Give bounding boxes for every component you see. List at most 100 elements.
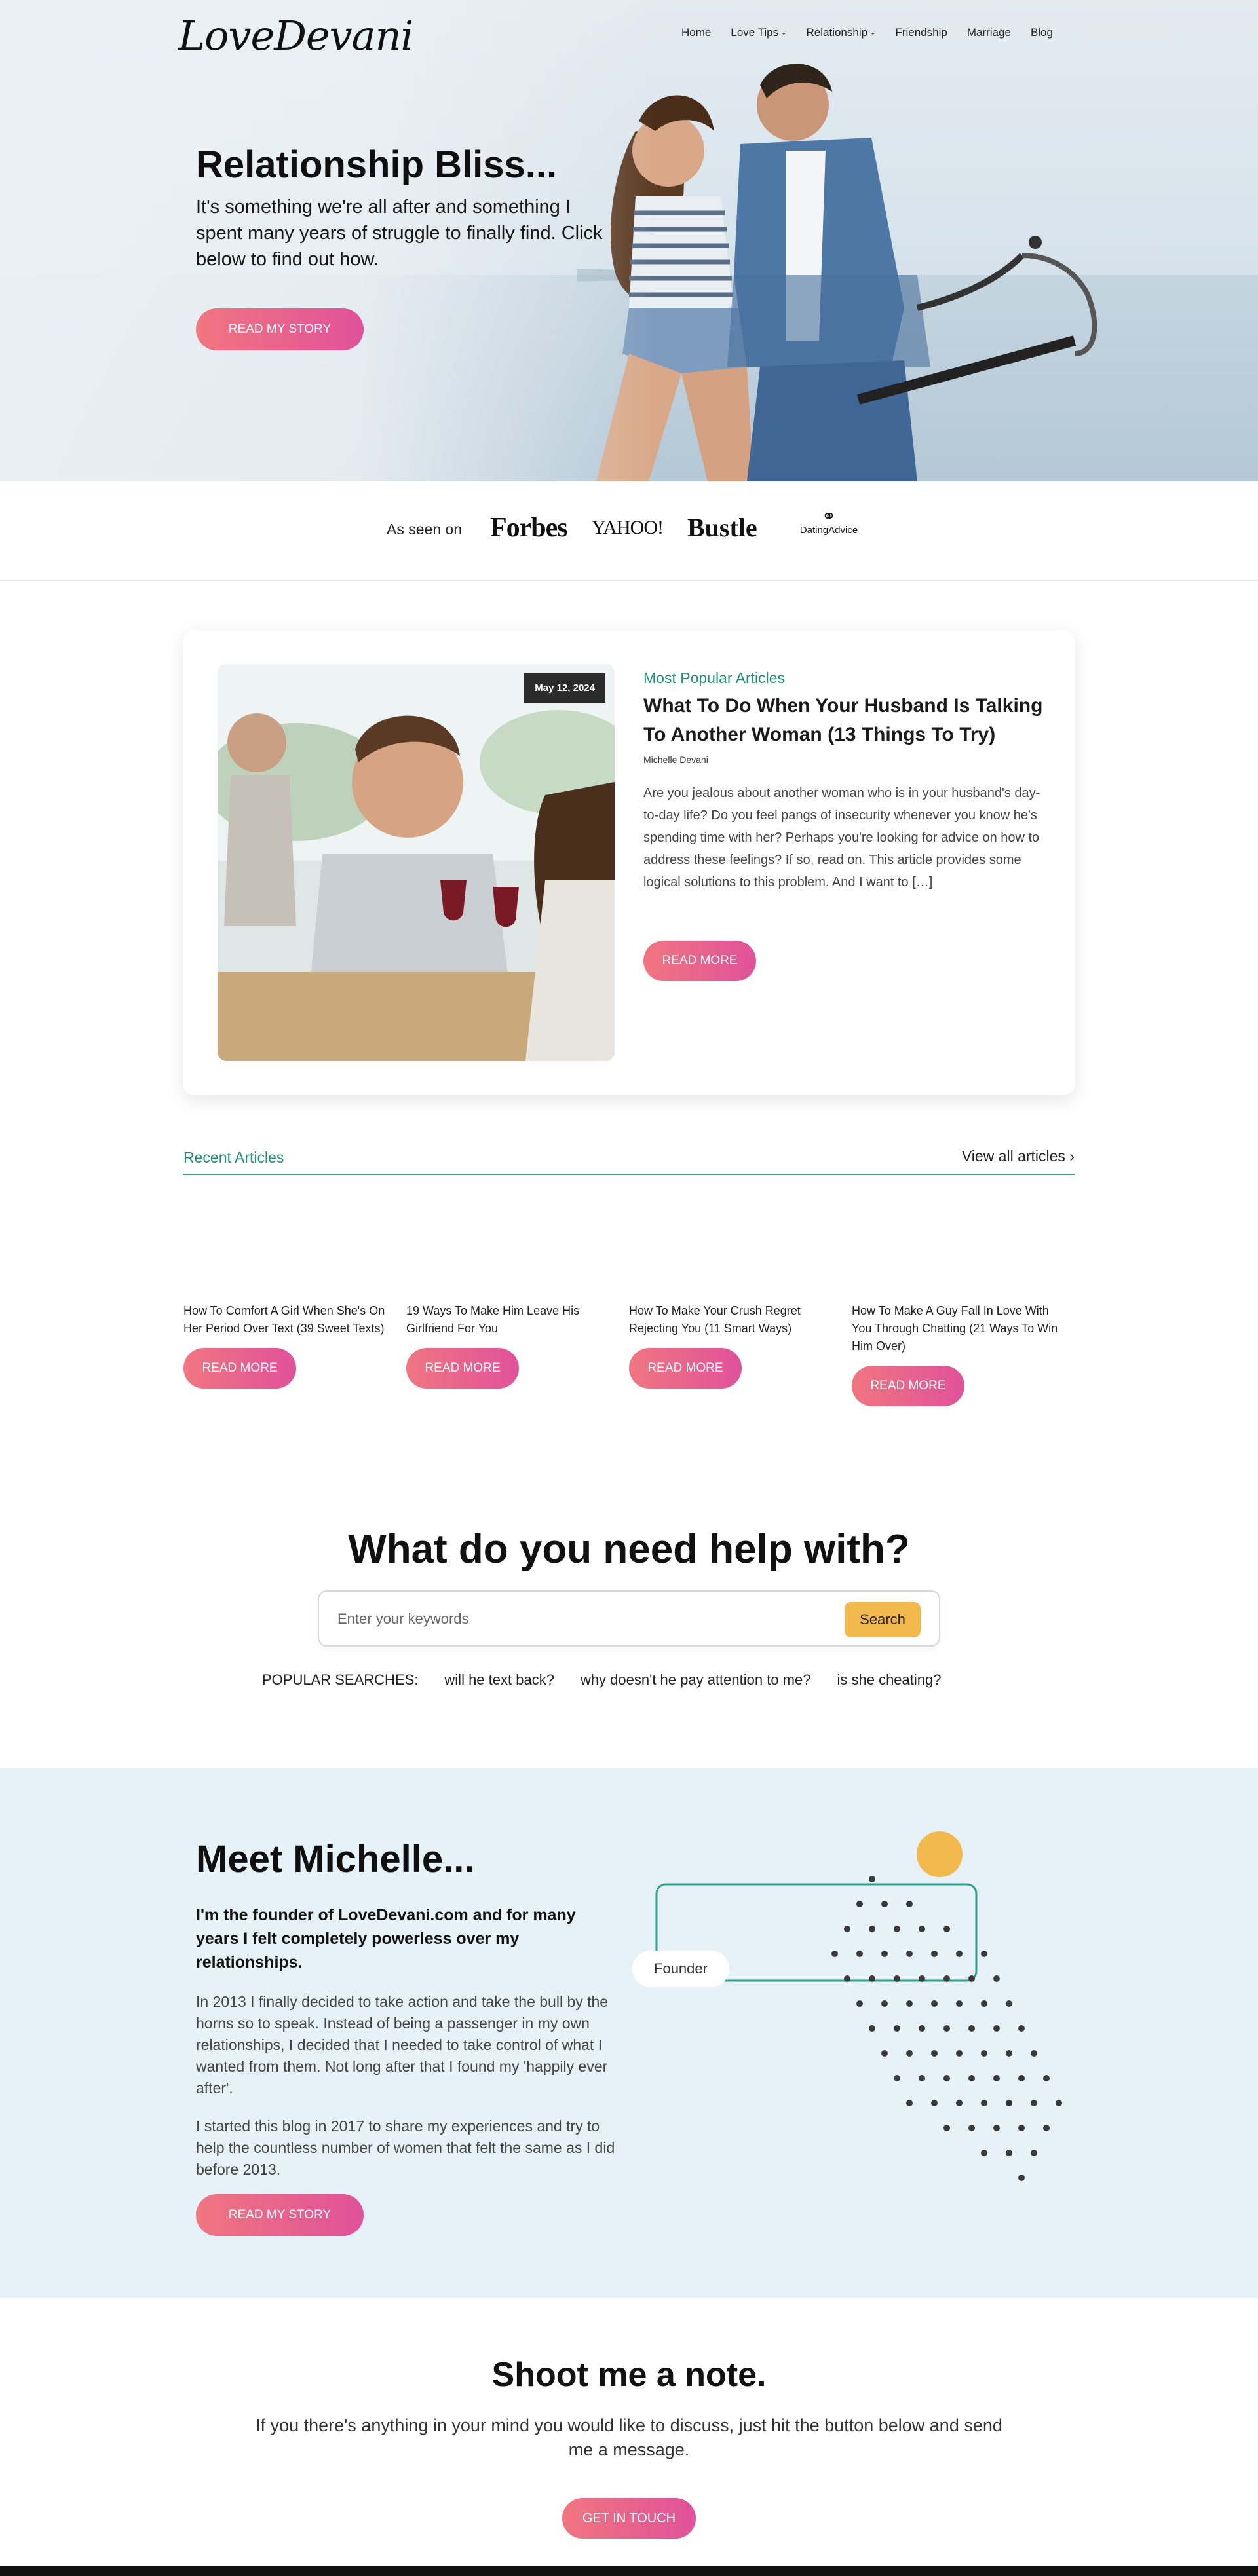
read-more-button[interactable]: READ MORE (406, 1348, 519, 1389)
read-more-button[interactable]: READ MORE (643, 941, 756, 981)
article-title[interactable]: How To Make Your Crush Regret Rejecting … (629, 1302, 839, 1337)
pattern-dot (919, 1926, 925, 1932)
site-logo[interactable]: LoveDevani (178, 12, 413, 60)
pattern-dot (943, 1975, 950, 1982)
pattern-dot (993, 2025, 1000, 2032)
pattern-dot (1006, 2100, 1012, 2106)
pattern-dot (943, 2025, 950, 2032)
nav-item-relationship[interactable]: Relationship ⌄ (807, 26, 876, 39)
nav-label: Marriage (966, 26, 1011, 39)
pattern-dot (956, 1951, 963, 1957)
nav-label: Blog (1030, 26, 1053, 39)
nav-item-friendship[interactable]: Friendship (895, 26, 947, 39)
contact-text: If you there's anything in your mind you… (256, 2416, 1002, 2459)
most-popular-label: Most Popular Articles (643, 669, 786, 686)
search-button[interactable]: Search (845, 1602, 921, 1637)
pattern-dot (956, 2050, 963, 2057)
pattern-dot (831, 1951, 838, 1957)
pattern-dot (856, 1901, 863, 1907)
pattern-dot (1031, 2150, 1037, 2156)
pattern-dot (993, 2125, 1000, 2131)
datingadvice-logo: ⚭ DatingAdvice (793, 508, 865, 536)
pattern-dot (968, 2075, 975, 2081)
nav-item-marriage[interactable]: Marriage (967, 26, 1011, 39)
nav-item-love-tips[interactable]: Love Tips ⌄ (731, 26, 786, 39)
pattern-dot (844, 1926, 850, 1932)
pattern-dot (906, 1951, 913, 1957)
meet-title: Meet Michelle... (196, 1838, 475, 1880)
chevron-right-icon: › (1069, 1148, 1075, 1165)
hero-title: Relationship Bliss... (196, 143, 558, 186)
nav-item-blog[interactable]: Blog (1031, 26, 1053, 39)
pattern-dot (1031, 2050, 1037, 2057)
recent-articles-header: Recent Articles View all articles › (183, 1146, 1075, 1175)
pattern-dot (906, 2100, 913, 2106)
contact-title: Shoot me a note. (491, 2356, 767, 2394)
popular-search-link[interactable]: will he text back? (444, 1671, 554, 1689)
pattern-dot (1018, 2125, 1025, 2131)
pattern-dot (881, 1951, 888, 1957)
nav-item-home[interactable]: Home (681, 26, 711, 39)
as-seen-on-label: As seen on (387, 521, 463, 538)
article-item: How To Make Your Crush Regret Rejecting … (629, 1302, 852, 1406)
pattern-dot (1018, 2075, 1025, 2081)
search-box: Search (318, 1590, 940, 1647)
article-item: How To Make A Guy Fall In Love With You … (852, 1302, 1075, 1406)
featured-article-image[interactable]: May 12, 2024 (218, 664, 615, 1061)
featured-article-title[interactable]: What To Do When Your Husband Is Talking … (643, 692, 1050, 749)
pattern-dot (1056, 2100, 1062, 2106)
read-more-button[interactable]: READ MORE (629, 1348, 742, 1389)
read-my-story-button[interactable]: READ MY STORY (196, 308, 364, 350)
article-item: 19 Ways To Make Him Leave His Girlfriend… (406, 1302, 629, 1406)
pattern-dot (931, 1951, 938, 1957)
pattern-dot (844, 1975, 850, 1982)
pattern-dot (856, 1951, 863, 1957)
pattern-dot (894, 1926, 900, 1932)
popular-searches: POPULAR SEARCHES: will he text back? why… (262, 1671, 941, 1689)
pattern-dot (943, 2075, 950, 2081)
dot-pattern-graphic (655, 1831, 1062, 2181)
article-title[interactable]: How To Comfort A Girl When She's On Her … (183, 1302, 393, 1337)
pattern-dot (1018, 2175, 1025, 2181)
get-in-touch-button[interactable]: GET IN TOUCH (562, 2498, 696, 2539)
hero-section: LoveDevani Home Love Tips ⌄ Relationship ⌄… (0, 0, 1258, 481)
view-all-articles-link[interactable]: View all articles › (962, 1148, 1075, 1165)
pattern-dot (1006, 2050, 1012, 2057)
article-title[interactable]: 19 Ways To Make Him Leave His Girlfriend… (406, 1302, 616, 1337)
nav-label: Relationship (806, 26, 868, 39)
popular-search-link[interactable]: why doesn't he pay attention to me? (581, 1671, 811, 1689)
read-my-story-button[interactable]: READ MY STORY (196, 2194, 364, 2236)
pattern-dot (993, 2075, 1000, 2081)
pattern-dot (906, 2050, 913, 2057)
pattern-dot (881, 2000, 888, 2007)
pattern-dot (1043, 2125, 1050, 2131)
pattern-dot (881, 1901, 888, 1907)
recent-articles-label: Recent Articles (183, 1149, 284, 1166)
pattern-dot (1006, 2000, 1012, 2007)
meet-lead: I'm the founder of LoveDevani.com and fo… (196, 1906, 576, 1971)
pattern-dot (931, 2050, 938, 2057)
pattern-dot (906, 1901, 913, 1907)
featured-article-excerpt: Are you jealous about another woman who … (643, 786, 1040, 889)
popular-search-link[interactable]: is she cheating? (837, 1671, 941, 1689)
pattern-dot (856, 2000, 863, 2007)
forbes-logo: Forbes (490, 513, 568, 543)
recent-articles-list: How To Comfort A Girl When She's On Her … (183, 1302, 1075, 1406)
pattern-dot (993, 1975, 1000, 1982)
pattern-dot (968, 1975, 975, 1982)
article-author[interactable]: Michelle Devani (643, 755, 708, 765)
pattern-dot (981, 2150, 987, 2156)
nav-label: Friendship (895, 26, 947, 39)
popular-searches-label: POPULAR SEARCHES: (262, 1671, 419, 1688)
pattern-dot (906, 2000, 913, 2007)
read-more-button[interactable]: READ MORE (183, 1348, 296, 1389)
as-seen-on-bar: As seen on Forbes YAHOO! Bustle ⚭ Dating… (0, 481, 1258, 581)
pattern-dot (943, 2125, 950, 2131)
nav-label: Love Tips (731, 26, 779, 39)
pattern-dot (1031, 2100, 1037, 2106)
read-more-button[interactable]: READ MORE (852, 1366, 964, 1406)
couple-toasting-image (218, 664, 615, 1061)
yahoo-logo: YAHOO! (592, 517, 664, 538)
article-title[interactable]: How To Make A Guy Fall In Love With You … (852, 1302, 1061, 1355)
search-input[interactable] (337, 1606, 796, 1632)
